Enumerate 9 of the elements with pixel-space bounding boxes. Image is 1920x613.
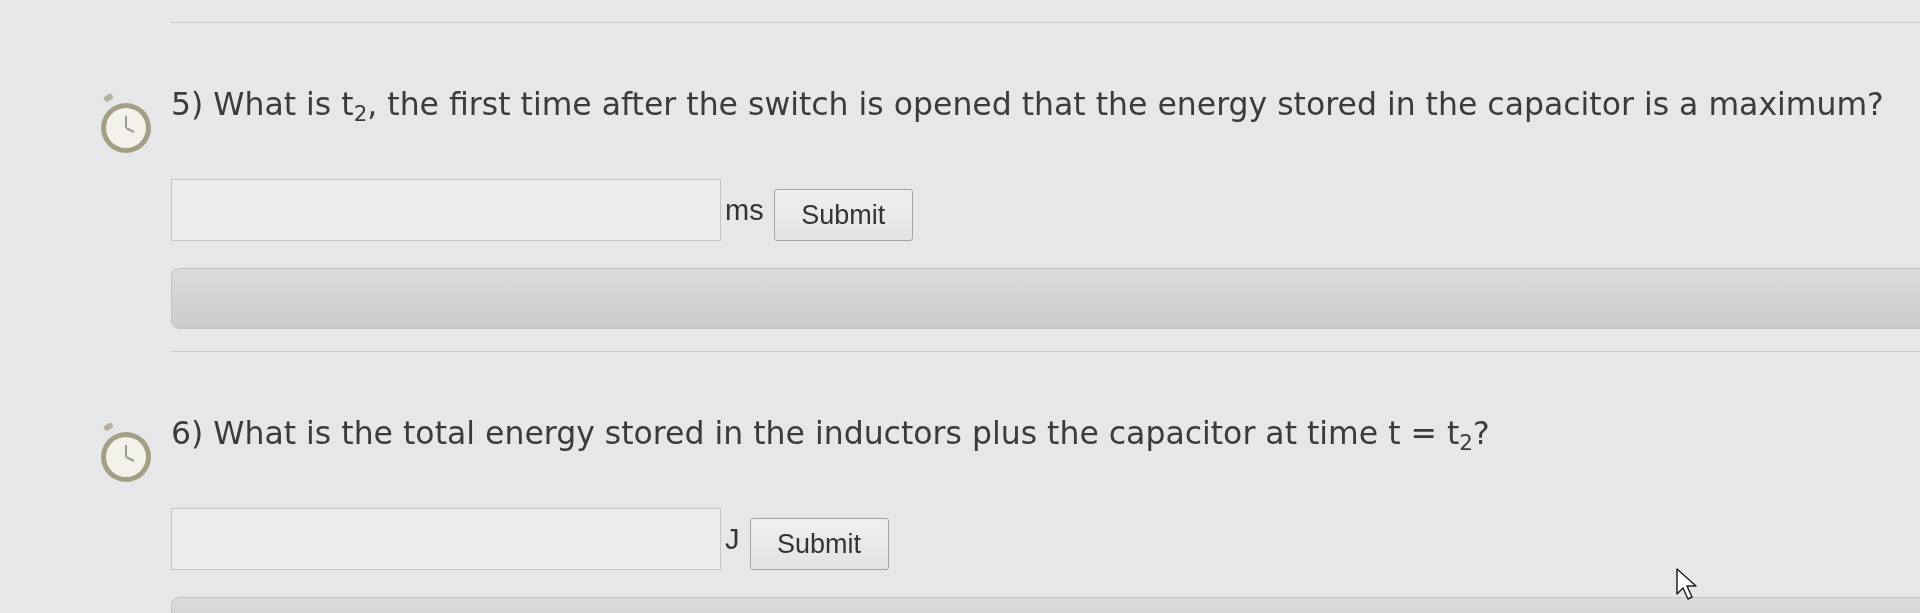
question-text: 6) What is the total energy stored in the inductors plus the capacitor at time t = t$_{2}$? [171, 414, 1490, 453]
unit-label: J [725, 522, 740, 556]
submit-button[interactable]: Submit [749, 518, 889, 570]
mouse-pointer-icon [1675, 567, 1699, 601]
answer-field[interactable] [171, 179, 721, 241]
submit-button[interactable]: Submit [773, 189, 913, 241]
unit-label: ms [725, 193, 764, 227]
question-text: 5) What is t$_{2}$, the first time after the switch is opened that the energy stored in the capacitor is a maximum? [171, 85, 1884, 124]
answer-field[interactable] [171, 508, 721, 570]
